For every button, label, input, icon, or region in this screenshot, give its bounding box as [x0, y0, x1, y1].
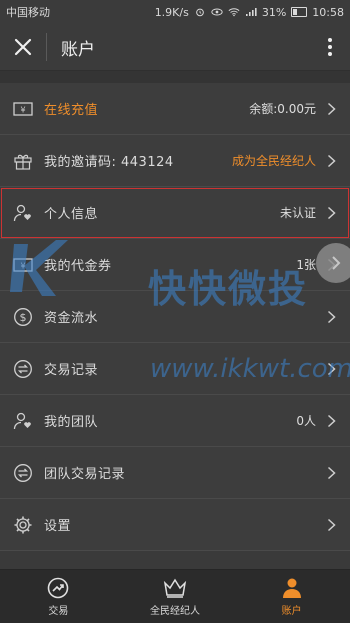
eye-icon: [211, 8, 223, 16]
chevron-right-icon: [324, 466, 338, 480]
status-right: 1.9K/s 31% 10:58: [155, 6, 344, 19]
battery-percent: 31%: [261, 5, 287, 19]
chevron-right-icon: [324, 414, 338, 428]
floating-assist-button[interactable]: [316, 243, 350, 283]
user-icon: [282, 578, 301, 598]
close-button[interactable]: [0, 24, 46, 70]
verification-status: 未认证: [279, 206, 316, 220]
trend-chart-icon: [48, 577, 69, 598]
crown-icon: [163, 578, 187, 598]
battery-icon: [291, 7, 308, 17]
exchange-icon: [12, 358, 34, 380]
gear-icon: [12, 514, 34, 536]
title-divider: [46, 33, 47, 61]
chevron-right-icon: [332, 256, 341, 270]
nav-trade[interactable]: 交易: [0, 570, 117, 623]
row-my-team[interactable]: 我的团队 0人: [0, 395, 350, 447]
more-vertical-icon: [328, 38, 332, 56]
nav-label: 交易: [48, 605, 69, 617]
title-bar: 账户: [0, 24, 350, 71]
watermark-text: 快快微投: [148, 267, 309, 311]
chevron-right-icon: [324, 102, 338, 116]
chevron-right-icon: [324, 518, 338, 532]
row-label: 设置: [44, 519, 72, 534]
nav-agent[interactable]: 全民经纪人: [117, 570, 234, 623]
nav-label: 全民经纪人: [150, 605, 200, 617]
exchange-icon: [12, 462, 34, 484]
row-personal-info[interactable]: 个人信息 未认证: [0, 187, 350, 239]
watermark-logo: [10, 240, 68, 296]
chevron-right-icon: [324, 206, 338, 220]
become-agent-link[interactable]: 成为全民经纪人: [232, 152, 316, 169]
clock: 10:58: [312, 5, 344, 19]
user-heart-icon: [12, 202, 34, 224]
section-gap: [0, 71, 350, 83]
row-label: 在线充值: [44, 103, 99, 118]
row-team-trade-records[interactable]: 团队交易记录: [0, 447, 350, 499]
watermark-url: www.ikkwt.com: [150, 354, 350, 384]
close-icon: [14, 38, 32, 56]
row-label: 个人信息: [44, 207, 99, 222]
chevron-right-icon: [324, 154, 338, 168]
row-label: 我的团队: [44, 415, 99, 430]
bottom-nav: 交易 全民经纪人 账户: [0, 569, 350, 623]
nav-label: 账户: [281, 605, 302, 617]
row-label: 我的邀请码: 443124: [44, 155, 174, 170]
dollar-circle-icon: $: [12, 306, 34, 328]
nav-account[interactable]: 账户: [233, 570, 350, 623]
status-bar: 中国移动 1.9K/s 31% 10:58: [0, 0, 350, 24]
alarm-icon: [196, 8, 204, 17]
row-label: 团队交易记录: [44, 467, 126, 482]
account-menu-list: ¥ 在线充值 余额:0.00元 我的邀请码: 443124 成为全民经纪人 个人…: [0, 83, 350, 551]
chevron-right-icon: [324, 310, 338, 324]
svg-text:¥: ¥: [20, 105, 25, 114]
wifi-icon: [228, 8, 240, 17]
net-speed: 1.9K/s: [154, 5, 189, 19]
team-count: 0人: [296, 414, 316, 428]
signal-icon: [245, 8, 257, 16]
row-settings[interactable]: 设置: [0, 499, 350, 551]
balance-value: 余额:0.00元: [249, 102, 316, 116]
page-title: 账户: [61, 39, 95, 60]
more-menu-button[interactable]: [310, 24, 350, 70]
carrier-label: 中国移动: [6, 6, 50, 19]
row-invite-code[interactable]: 我的邀请码: 443124 成为全民经纪人: [0, 135, 350, 187]
recharge-icon: ¥: [12, 98, 34, 120]
row-online-recharge[interactable]: ¥ 在线充值 余额:0.00元: [0, 83, 350, 135]
gift-icon: [12, 150, 34, 172]
team-icon: [12, 410, 34, 432]
svg-text:$: $: [20, 311, 27, 324]
